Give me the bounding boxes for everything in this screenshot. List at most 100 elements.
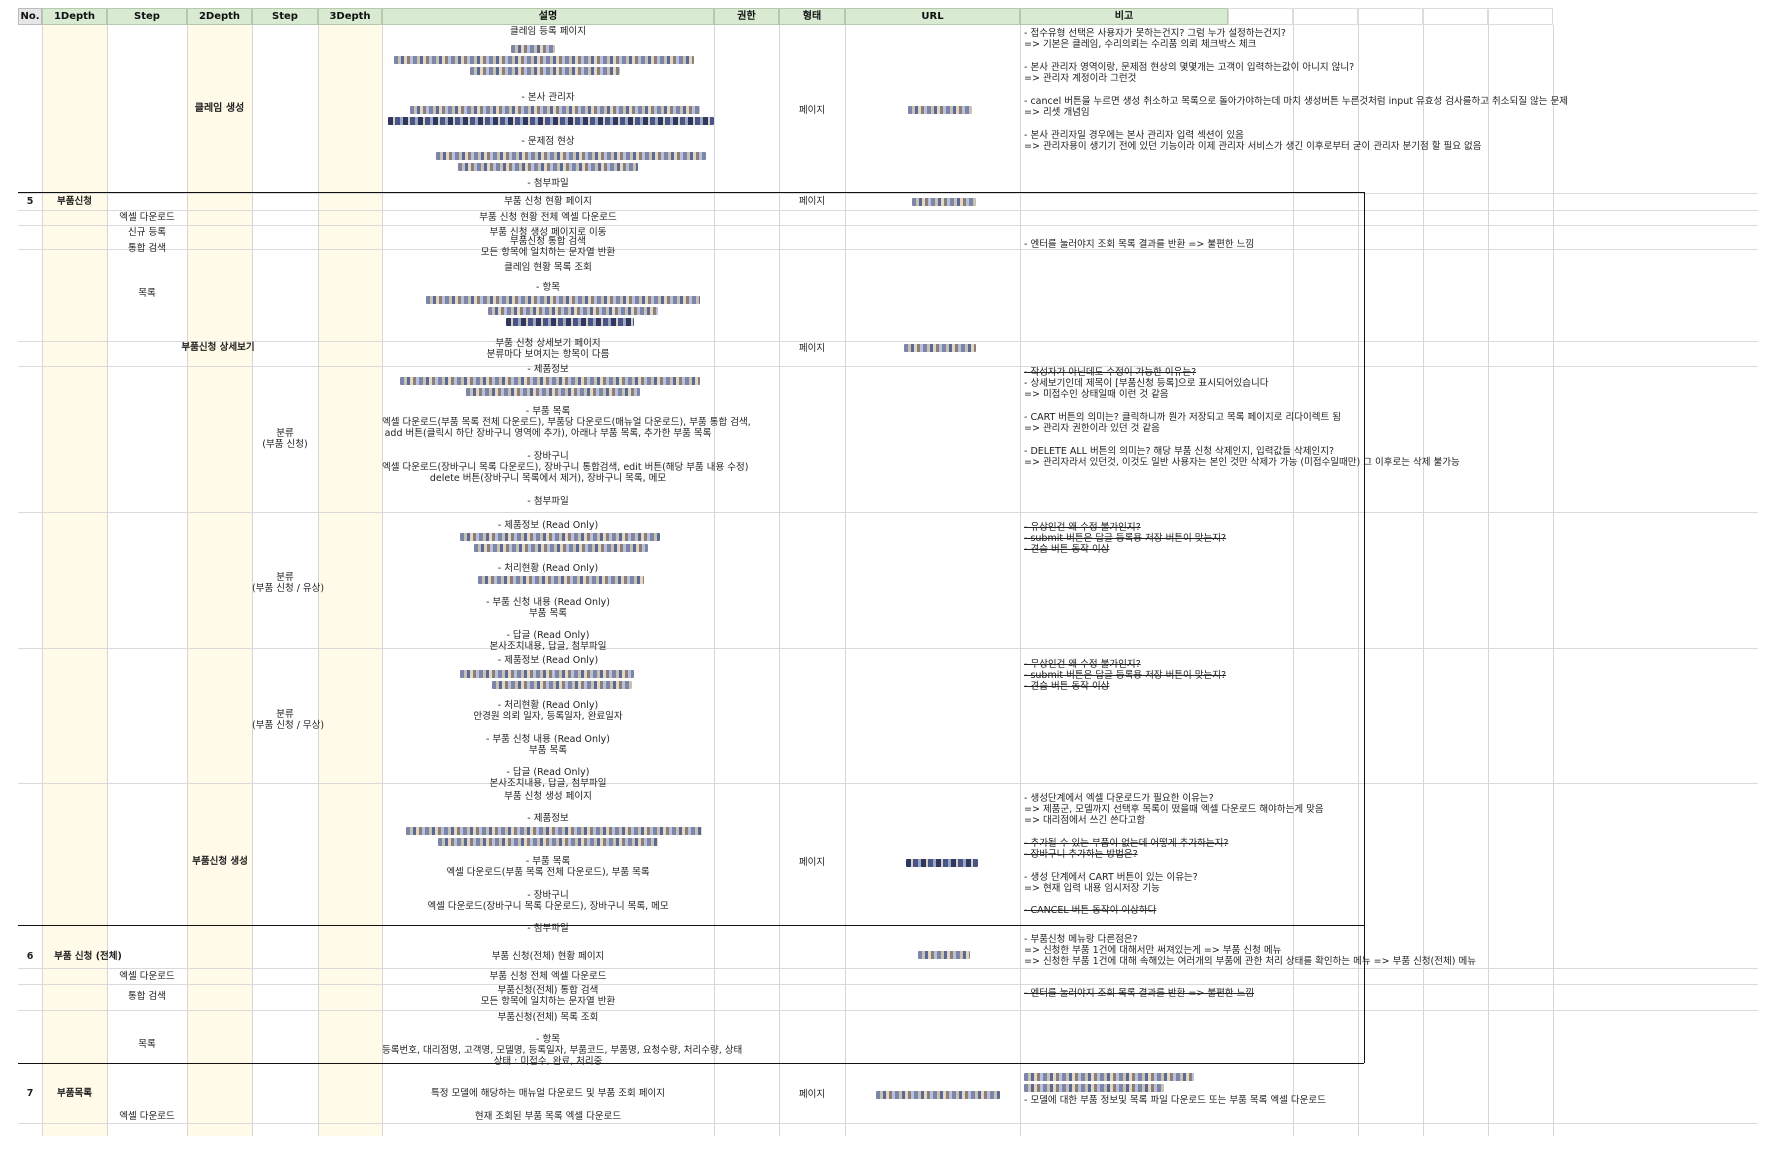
header-step-2: Step	[252, 8, 318, 25]
row5-desc: 부품 신청 현황 페이지	[504, 196, 592, 207]
row5c-remark: - 엔터를 눌러야지 조회 목록 결과를 반환 => 불편한 느낌	[1024, 239, 1255, 250]
claim-create-desc-attach: - 첨부파일	[527, 178, 569, 189]
row5e-desc-1: 부품 신청 상세보기 페이지	[495, 338, 601, 349]
row5i-url[interactable]	[906, 857, 978, 869]
row5i-d6: 엑셀 다운로드(장바구니 목록 다운로드), 장바구니 목록, 메모	[427, 901, 669, 912]
claim-create-url[interactable]	[908, 104, 972, 116]
row7-desc: 특정 모델에 해당하는 매뉴얼 다운로드 및 부품 조회 페이지	[431, 1088, 665, 1099]
row5i-remark-1: - 생성단계에서 엑셀 다운로드가 필요한 이유는?	[1024, 793, 1214, 804]
row6c-step[interactable]: 목록	[107, 1039, 187, 1051]
row5f-d4: add 버튼(클릭시 하단 장바구니 영역에 추가), 아래나 부품 목록, 추…	[384, 428, 712, 439]
row5-url[interactable]	[912, 196, 976, 208]
row5i-d2: - 제품정보	[527, 813, 569, 824]
row6-url[interactable]	[918, 949, 970, 961]
row5i-remark-3: => 대리점에서 쓰긴 쓴다고함	[1024, 815, 1146, 826]
row5h-d3: 안경원 의뢰 일자, 등록일자, 완료일자	[473, 711, 623, 722]
header-remarks: 비고	[1020, 8, 1228, 25]
row5g-step2-line1: 분류	[276, 572, 294, 583]
row6-remark-2: => 신청한 부품 1건에 대해서만 써져있는게 => 부품 신청 메뉴	[1024, 945, 1282, 956]
row5i-remark-2: => 제품군, 모델까지 선택후 목록이 떴을때 엑셀 다운로드 해야하는게 맞…	[1024, 804, 1324, 815]
claim-remark-4: => 관리자 계정이라 그런것	[1024, 73, 1137, 84]
row6c-d3: 등록번호, 대리점명, 고객명, 모델명, 등록일자, 부품코드, 부품명, 요…	[382, 1045, 743, 1056]
row5a-desc: 부품 신청 현황 전체 엑셀 다운로드	[479, 212, 617, 223]
row5-depth1: 부품신청	[57, 196, 92, 207]
row5h-d5: 부품 목록	[529, 745, 567, 756]
row5i-remark-6: - 생성 단계에서 CART 버튼이 있는 이유는?	[1024, 872, 1198, 883]
row5g-d1: - 제품정보 (Read Only)	[497, 520, 599, 531]
row5i-remark-5: - 장바구니 추가하는 방법은?	[1024, 849, 1138, 860]
row6-remark-3: => 신청한 부품 1건에 대해 속해있는 여러개의 부품에 관한 처리 상태를…	[1024, 956, 1476, 967]
row5d-step[interactable]: 목록	[107, 288, 187, 300]
row5a-step[interactable]: 엑셀 다운로드	[107, 212, 187, 224]
row5h-d2: - 처리현황 (Read Only)	[497, 700, 599, 711]
row6b-desc-2: 모든 항목에 일치하는 문자열 반환	[480, 996, 616, 1007]
row6c-d1: 부품신청(전체) 목록 조회	[497, 1012, 599, 1023]
row5-no: 5	[26, 196, 34, 207]
row5-type: 페이지	[798, 196, 826, 207]
row5g-d4: 부품 목록	[529, 608, 567, 619]
row7a-step[interactable]: 엑셀 다운로드	[107, 1111, 187, 1123]
row6b-step[interactable]: 통합 검색	[107, 991, 187, 1003]
row5f-d5: - 장바구니	[527, 451, 569, 462]
row5i-d3: - 부품 목록	[525, 856, 571, 867]
row7-no: 7	[26, 1088, 34, 1099]
row5i-depth2: 부품신청 생성	[192, 856, 248, 867]
row6-desc: 부품 신청(전체) 현황 페이지	[491, 951, 605, 962]
claim-remark-7: - 본사 관리자일 경우에는 본사 관리자 입력 섹션이 있음	[1024, 130, 1244, 141]
row5i-d7: - 첨부파일	[527, 923, 569, 934]
row5g-d6: 본사조치내용, 답글, 첨부파일	[489, 641, 607, 652]
row5i-d4: 엑셀 다운로드(부품 목록 전체 다운로드), 부품 목록	[446, 867, 650, 878]
row5g-d3: - 부품 신청 내용 (Read Only)	[485, 597, 610, 608]
row5h-d7: 본사조치내용, 답글, 첨부파일	[489, 778, 607, 789]
row5g-step2-line2: (부품 신청 / 유상)	[252, 583, 325, 594]
header-1depth: 1Depth	[42, 8, 107, 25]
row5h-step2-line1: 분류	[276, 709, 294, 720]
row6b-remark: - 엔터를 눌러야지 조회 목록 결과를 반환 => 불편한 느낌	[1024, 988, 1255, 999]
header-permission: 권한	[714, 8, 779, 25]
row5h-d1: - 제품정보 (Read Only)	[497, 655, 599, 666]
row5f-d6: 엑셀 다운로드(장바구니 목록 다운로드), 장바구니 통합검색, edit 버…	[382, 462, 749, 473]
row5f-d3: 엑셀 다운로드(부품 목록 전체 다운로드), 부품당 다운로드(매뉴얼 다운로…	[382, 417, 751, 428]
row5h-remark-3: - 견습 버튼 동작 이상	[1024, 681, 1110, 692]
row5i-remark-8: - CANCEL 버튼 동작이 이상하다	[1024, 905, 1157, 916]
row5f-step2-line1: 분류	[276, 428, 294, 439]
row5h-remark-1: - 무상인건 왜 수정 불가인지?	[1024, 659, 1141, 670]
header-3depth: 3Depth	[318, 8, 382, 25]
row5c-step[interactable]: 통합 검색	[107, 243, 187, 255]
row5g-remark-3: - 견습 버튼 동작 이상	[1024, 544, 1110, 555]
row7-depth1: 부품목록	[57, 1088, 92, 1099]
row5c-desc-2: 모든 항목에 일치하는 문자열 반환	[480, 247, 616, 258]
row5h-remark-2: - submit 버튼은 답글 등록용 저장 버튼이 맞는지?	[1024, 670, 1227, 681]
header-extra-5	[1488, 8, 1553, 25]
row5e-url[interactable]	[904, 342, 976, 354]
row5g-remark-2: - submit 버튼은 답글 등록용 저장 버튼이 맞는지?	[1024, 533, 1227, 544]
row5f-remark-7: => 관리자라서 있던것, 이것도 일반 사용자는 본인 것만 삭제가 가능 (…	[1024, 457, 1460, 468]
row5h-step2-line2: (부품 신청 / 무상)	[252, 720, 325, 731]
row6a-step[interactable]: 엑셀 다운로드	[107, 971, 187, 983]
row7-type: 페이지	[798, 1089, 826, 1100]
row5g-remark-1: - 유상인건 왜 수정 불가인지?	[1024, 522, 1141, 533]
row6b-desc-1: 부품신청(전체) 통합 검색	[497, 985, 599, 996]
header-step: Step	[107, 8, 187, 25]
row6-depth1: 부품 신청 (전체)	[54, 951, 122, 962]
row6-remark-1: - 부품신청 메뉴랑 다른점은?	[1024, 934, 1138, 945]
header-extra-1	[1228, 8, 1293, 25]
header-2depth: 2Depth	[187, 8, 252, 25]
row5f-d8: - 첨부파일	[527, 496, 569, 507]
header-description: 설명	[382, 8, 714, 25]
row5c-desc-1: 부품신청 통합 검색	[510, 236, 586, 247]
row7-url[interactable]	[876, 1089, 1000, 1101]
header-extra-2	[1293, 8, 1358, 25]
header-type: 형태	[779, 8, 845, 25]
row5i-remark-4: - 추가될 수 있는 부품이 없는데 어떻게 추가하는지?	[1024, 838, 1229, 849]
row6c-d2: - 항목	[536, 1034, 560, 1045]
row5h-d6: - 답글 (Read Only)	[506, 767, 590, 778]
header-extra-4	[1423, 8, 1488, 25]
header-url: URL	[845, 8, 1020, 25]
claim-create-desc-symptom: - 문제점 현상	[521, 136, 575, 147]
claim-remark-6: => 리셋 개념임	[1024, 107, 1090, 118]
row6c-d4: 상태 : 미접수, 완료, 처리중	[493, 1056, 603, 1067]
row5b-step[interactable]: 신규 등록	[107, 227, 187, 239]
claim-remark-3: - 본사 관리자 영역이랑, 문제점 현상의 몇몇개는 고객이 입력하는값이 아…	[1024, 62, 1355, 73]
claim-remark-2: => 기본은 클레임, 수리의뢰는 수리품 의뢰 체크박스 체크	[1024, 39, 1257, 50]
